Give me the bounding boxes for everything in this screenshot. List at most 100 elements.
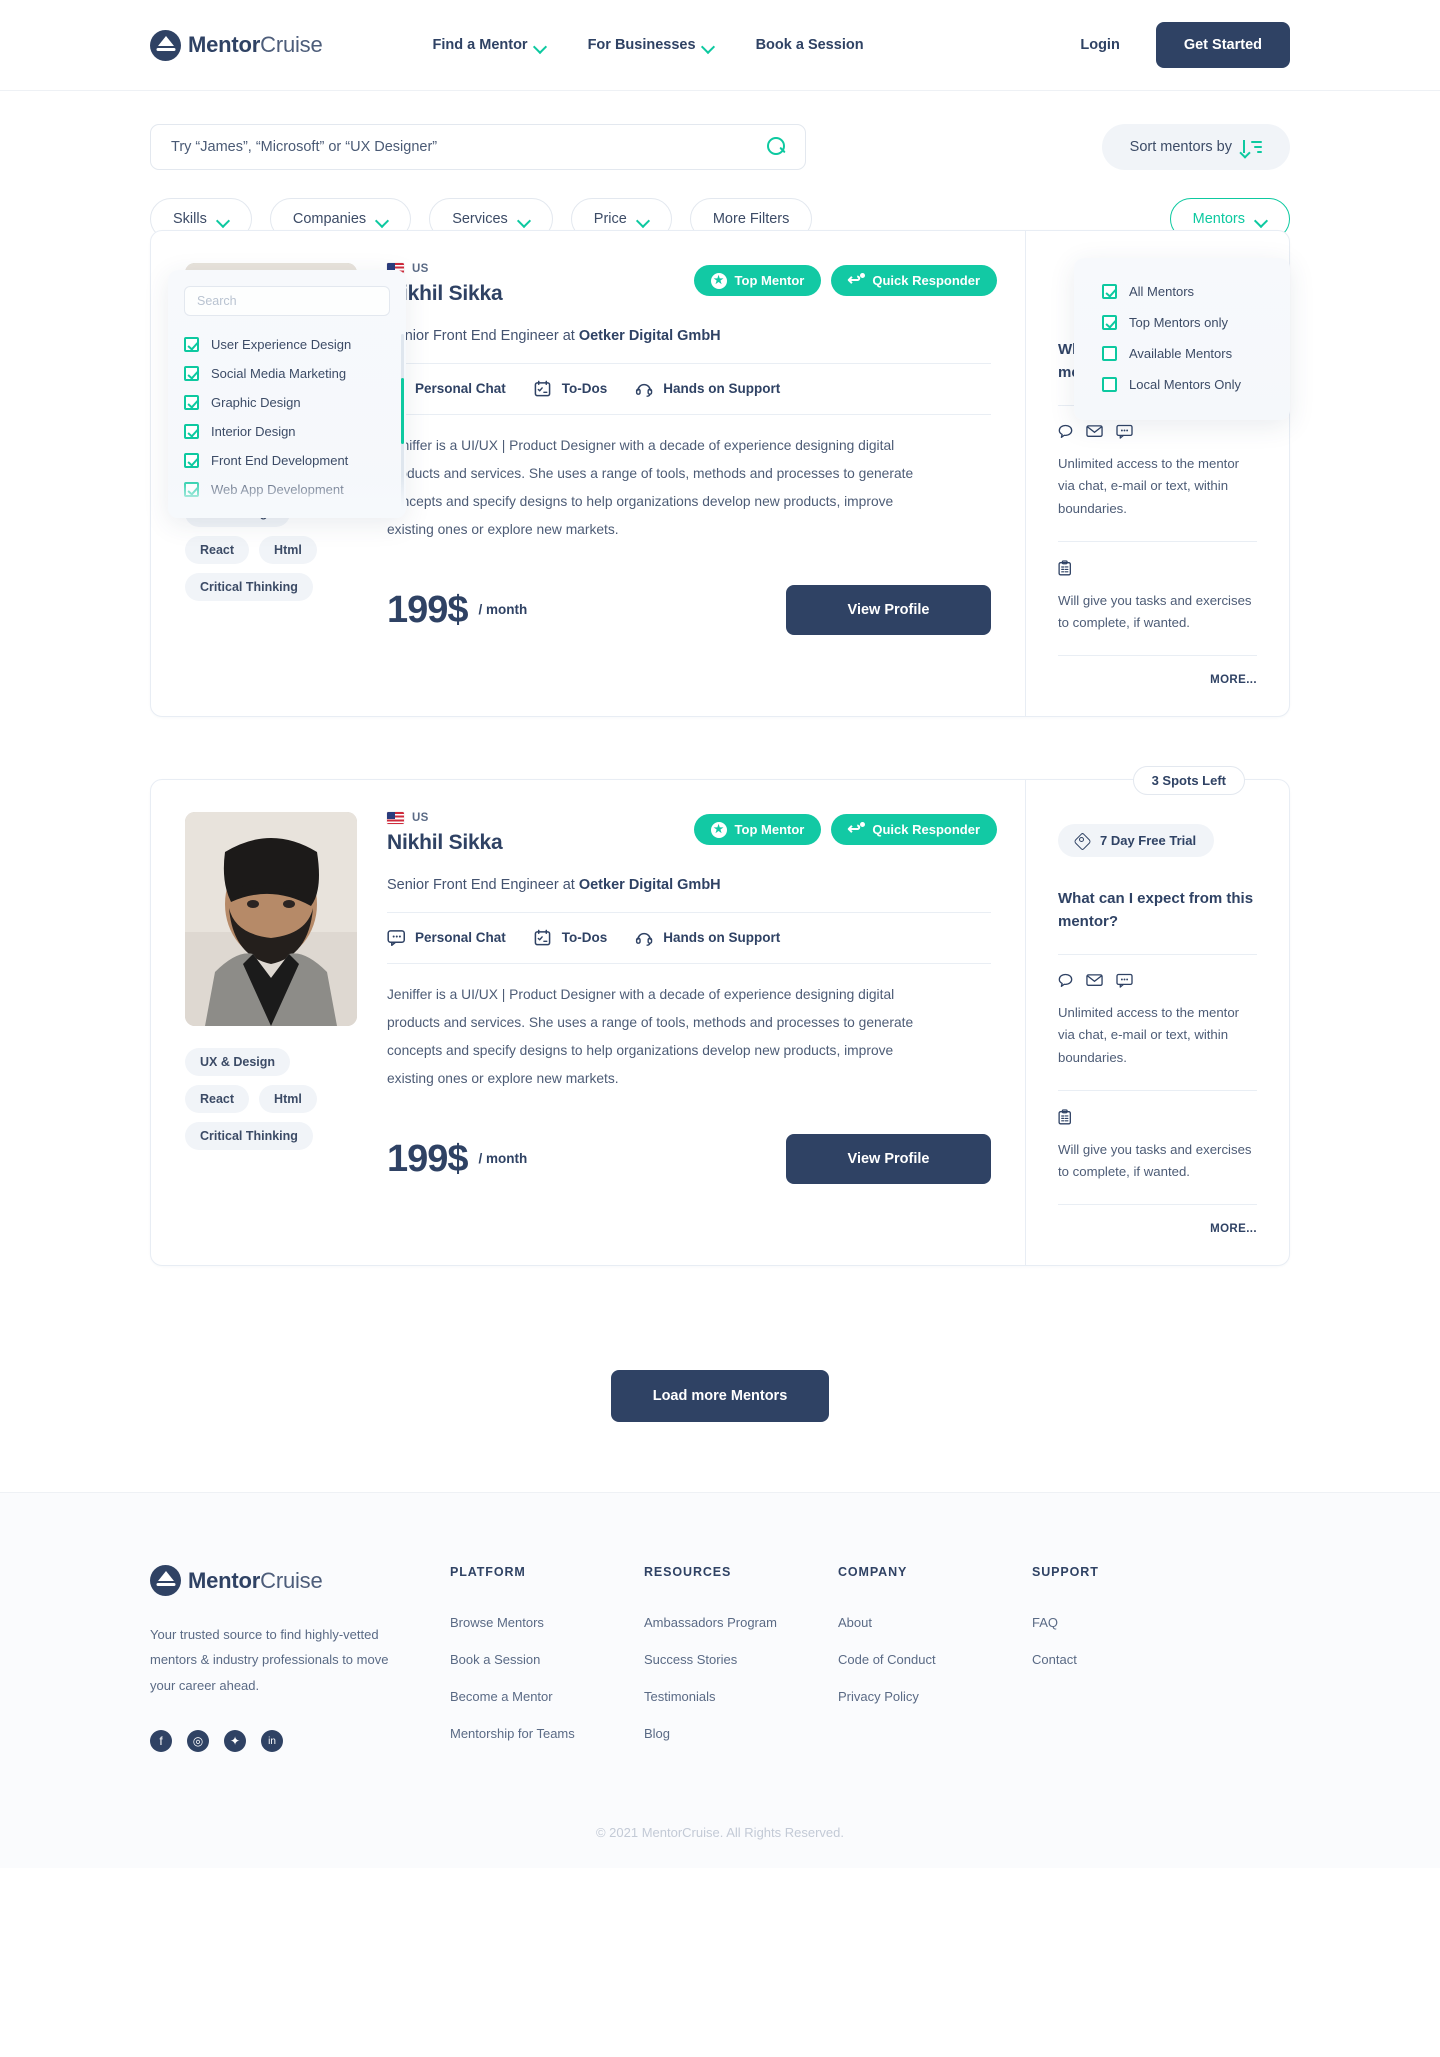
mentor-badges: Top Mentor Quick Responder — [693, 265, 997, 296]
login-link[interactable]: Login — [1080, 37, 1119, 53]
skills-search-input[interactable] — [197, 294, 377, 308]
skill-tag[interactable]: Critical Thinking — [185, 1122, 313, 1151]
footer-link[interactable]: Testimonials — [644, 1689, 838, 1704]
mentors-option-local-mentors-only[interactable]: Local Mentors Only — [1074, 369, 1290, 400]
footer-link[interactable]: Blog — [644, 1726, 838, 1741]
reply-icon — [847, 270, 866, 290]
sort-descending-icon — [1243, 139, 1262, 155]
footer-column-platform: PLATFORM Browse Mentors Book a Session B… — [450, 1565, 644, 1763]
footer-column-company: COMPANY About Code of Conduct Privacy Po… — [838, 1565, 1032, 1763]
skill-tag[interactable]: Critical Thinking — [185, 573, 313, 601]
option-label: Interior Design — [211, 424, 296, 439]
search-icon[interactable] — [767, 137, 787, 157]
nav-label: Find a Mentor — [432, 37, 528, 53]
footer-link[interactable]: Mentorship for Teams — [450, 1726, 644, 1741]
skills-option-user-experience-design[interactable]: User Experience Design — [168, 330, 406, 359]
mentor-pricing-row: 199$ / month View Profile — [387, 1133, 991, 1184]
get-started-button[interactable]: Get Started — [1155, 22, 1290, 68]
skills-scrollbar[interactable] — [401, 334, 404, 510]
option-label: Front End Development — [211, 453, 349, 468]
option-label: Top Mentors only — [1129, 315, 1228, 330]
checkbox-checked-icon[interactable] — [184, 337, 199, 352]
mentors-option-all-mentors[interactable]: All Mentors — [1074, 276, 1290, 307]
skill-tag[interactable]: Html — [259, 536, 317, 564]
reply-icon — [847, 819, 866, 839]
twitter-icon[interactable]: ✦ — [224, 1730, 246, 1753]
sort-mentors-button[interactable]: Sort mentors by — [1101, 124, 1290, 170]
feature-label: To-Dos — [561, 930, 608, 946]
footer-link[interactable]: Privacy Policy — [838, 1689, 1032, 1704]
brand-logo-text: MentorCruise — [188, 32, 323, 57]
skills-search-box[interactable] — [184, 286, 390, 316]
skills-option-graphic-design[interactable]: Graphic Design — [168, 388, 406, 417]
footer-link[interactable]: Contact — [1032, 1652, 1226, 1667]
footer-logo[interactable]: MentorCruise — [150, 1565, 450, 1597]
skills-dropdown-panel[interactable]: User Experience Design Social Media Mark… — [168, 270, 406, 518]
view-profile-button[interactable]: View Profile — [786, 1133, 991, 1184]
divider — [1058, 540, 1257, 542]
mentors-option-top-mentors-only[interactable]: Top Mentors only — [1074, 307, 1290, 338]
checkbox-checked-icon[interactable] — [1102, 284, 1117, 299]
checkbox-unchecked-icon[interactable] — [1102, 377, 1117, 392]
skill-tag[interactable]: Html — [259, 1085, 317, 1114]
skills-option-interior-design[interactable]: Interior Design — [168, 417, 406, 446]
chevron-down-icon — [1256, 216, 1267, 223]
divider — [1058, 953, 1257, 955]
feature-hands-on-support: Hands on Support — [635, 929, 780, 946]
nav-item-find-a-mentor[interactable]: Find a Mentor — [433, 37, 546, 53]
option-label: Local Mentors Only — [1129, 377, 1241, 392]
load-more-section: Load more Mentors — [0, 1310, 1440, 1492]
checkbox-checked-icon[interactable] — [184, 366, 199, 381]
footer-link[interactable]: Ambassadors Program — [644, 1615, 838, 1630]
footer-brand: MentorCruise Your trusted source to find… — [150, 1565, 450, 1763]
facebook-icon[interactable]: f — [150, 1730, 172, 1753]
checkbox-checked-icon[interactable] — [184, 453, 199, 468]
nav-item-for-businesses[interactable]: For Businesses — [588, 37, 714, 53]
search-input[interactable] — [171, 139, 767, 155]
footer-link[interactable]: Become a Mentor — [450, 1689, 644, 1704]
checkbox-checked-icon[interactable] — [184, 424, 199, 439]
footer-link[interactable]: FAQ — [1032, 1615, 1226, 1630]
brand-logo[interactable]: MentorCruise — [150, 29, 323, 61]
footer-column-support: SUPPORT FAQ Contact — [1032, 1565, 1226, 1763]
footer-link[interactable]: Book a Session — [450, 1652, 644, 1667]
nav-item-book-a-session[interactable]: Book a Session — [756, 37, 864, 53]
linkedin-icon[interactable]: in — [261, 1730, 283, 1753]
view-profile-button[interactable]: View Profile — [786, 584, 991, 635]
checkbox-checked-icon[interactable] — [184, 395, 199, 410]
search-and-filters: Sort mentors by Skills Companies Service… — [0, 91, 1440, 240]
skills-option-web-app-development[interactable]: Web App Development — [168, 475, 406, 504]
footer-link[interactable]: About — [838, 1615, 1032, 1630]
checkbox-checked-icon[interactable] — [184, 482, 199, 497]
mentor-skill-tags: UX & Design React Html Critical Thinking — [185, 1048, 357, 1151]
footer-link[interactable]: Code of Conduct — [838, 1652, 1032, 1667]
instagram-icon[interactable]: ◎ — [187, 1730, 209, 1753]
skill-tag[interactable]: React — [185, 536, 250, 564]
chevron-down-icon — [218, 216, 229, 223]
checkbox-checked-icon[interactable] — [1102, 315, 1117, 330]
sort-label: Sort mentors by — [1129, 139, 1232, 155]
mentors-dropdown-panel[interactable]: All Mentors Top Mentors only Available M… — [1074, 258, 1290, 420]
option-label: User Experience Design — [211, 337, 352, 352]
badge-label: Top Mentor — [734, 822, 805, 838]
checkbox-unchecked-icon[interactable] — [1102, 346, 1117, 361]
filter-label: Price — [593, 211, 627, 227]
filter-label: Skills — [173, 211, 207, 227]
mentor-card-body: US Nikhil Sikka Senior Front End Enginee… — [387, 263, 991, 678]
more-link[interactable]: MORE... — [1058, 1223, 1257, 1235]
skills-option-social-media-marketing[interactable]: Social Media Marketing — [168, 359, 406, 388]
more-link[interactable]: MORE... — [1058, 674, 1257, 686]
skills-option-front-end-development[interactable]: Front End Development — [168, 446, 406, 475]
site-footer: MentorCruise Your trusted source to find… — [0, 1492, 1440, 1869]
mentors-option-available-mentors[interactable]: Available Mentors — [1074, 338, 1290, 369]
skill-tag[interactable]: UX & Design — [185, 1048, 291, 1077]
search-box[interactable] — [150, 124, 806, 170]
chevron-down-icon — [638, 216, 649, 223]
footer-link[interactable]: Browse Mentors — [450, 1615, 644, 1630]
load-more-mentors-button[interactable]: Load more Mentors — [610, 1370, 830, 1423]
footer-link[interactable]: Success Stories — [644, 1652, 838, 1667]
envelope-icon — [1086, 424, 1103, 443]
skill-tag[interactable]: React — [185, 1085, 250, 1114]
free-trial-badge: 7 Day Free Trial — [1058, 824, 1215, 858]
mentor-card[interactable]: 3 Spots Left UX & Design React Html Crit… — [150, 766, 1290, 1267]
